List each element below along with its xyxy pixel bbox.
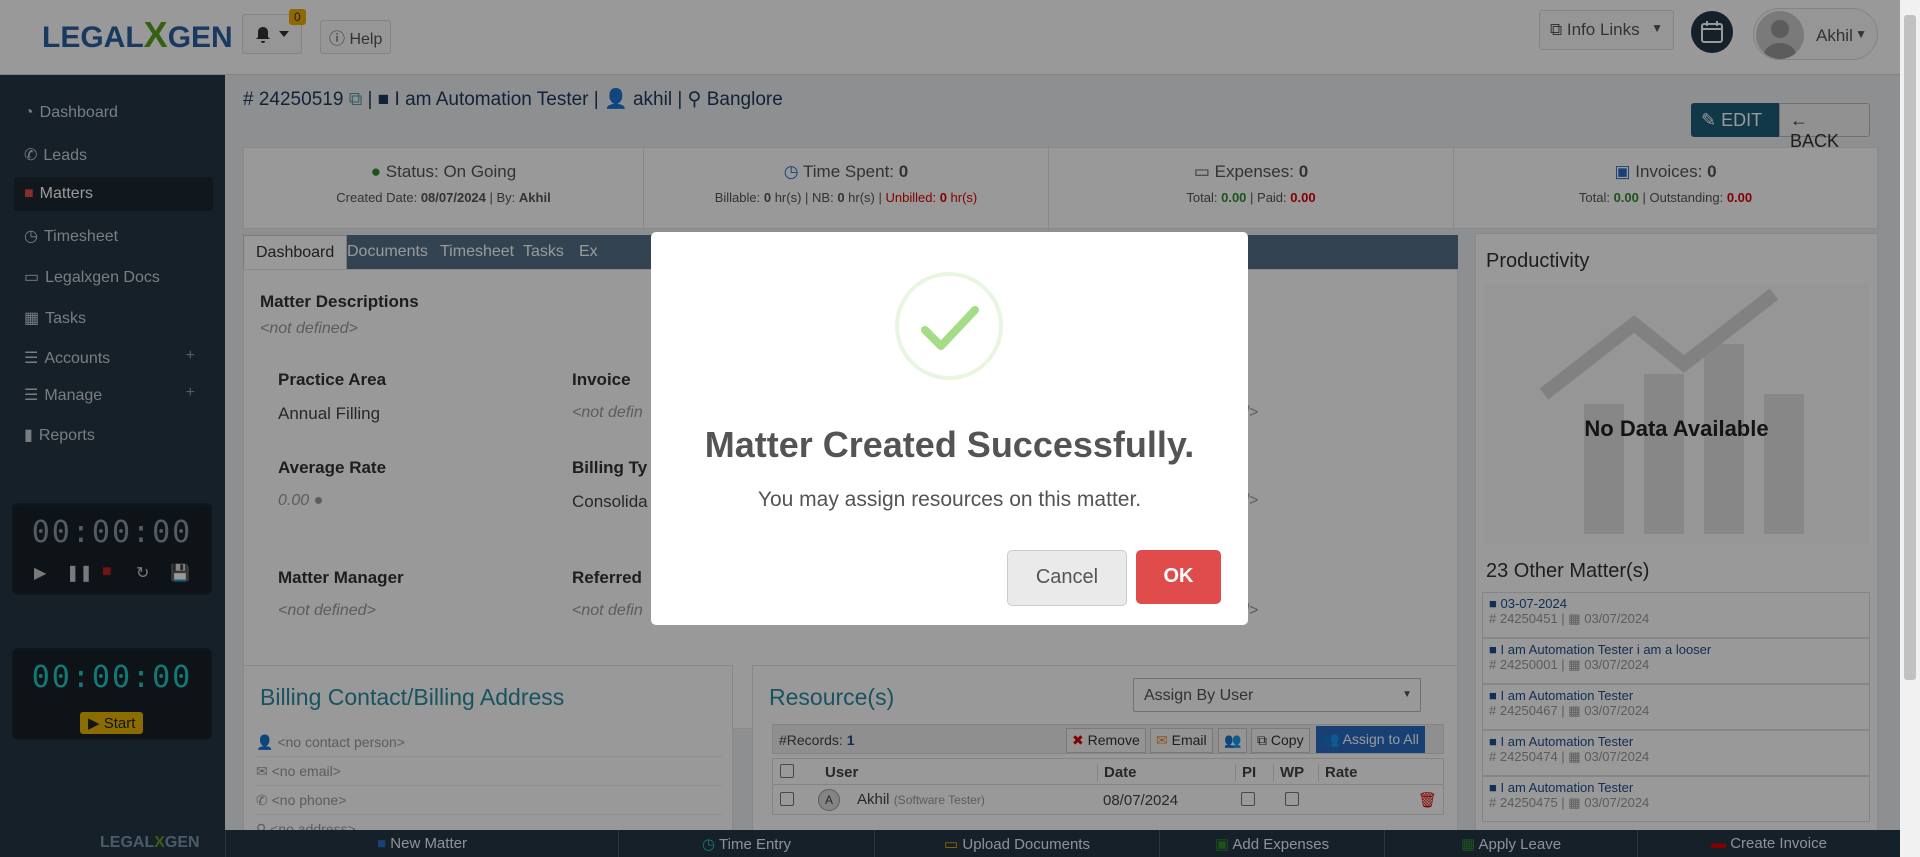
page-scrollbar[interactable] [1900,0,1920,857]
success-check-icon [895,272,1003,380]
success-dialog: Matter Created Successfully. You may ass… [651,232,1248,625]
scrollbar-thumb[interactable] [1904,15,1916,680]
ok-button[interactable]: OK [1136,550,1221,604]
dialog-message: You may assign resources on this matter. [757,488,1142,511]
dialog-title: Matter Created Successfully. [704,424,1195,465]
cancel-button[interactable]: Cancel [1007,550,1127,606]
